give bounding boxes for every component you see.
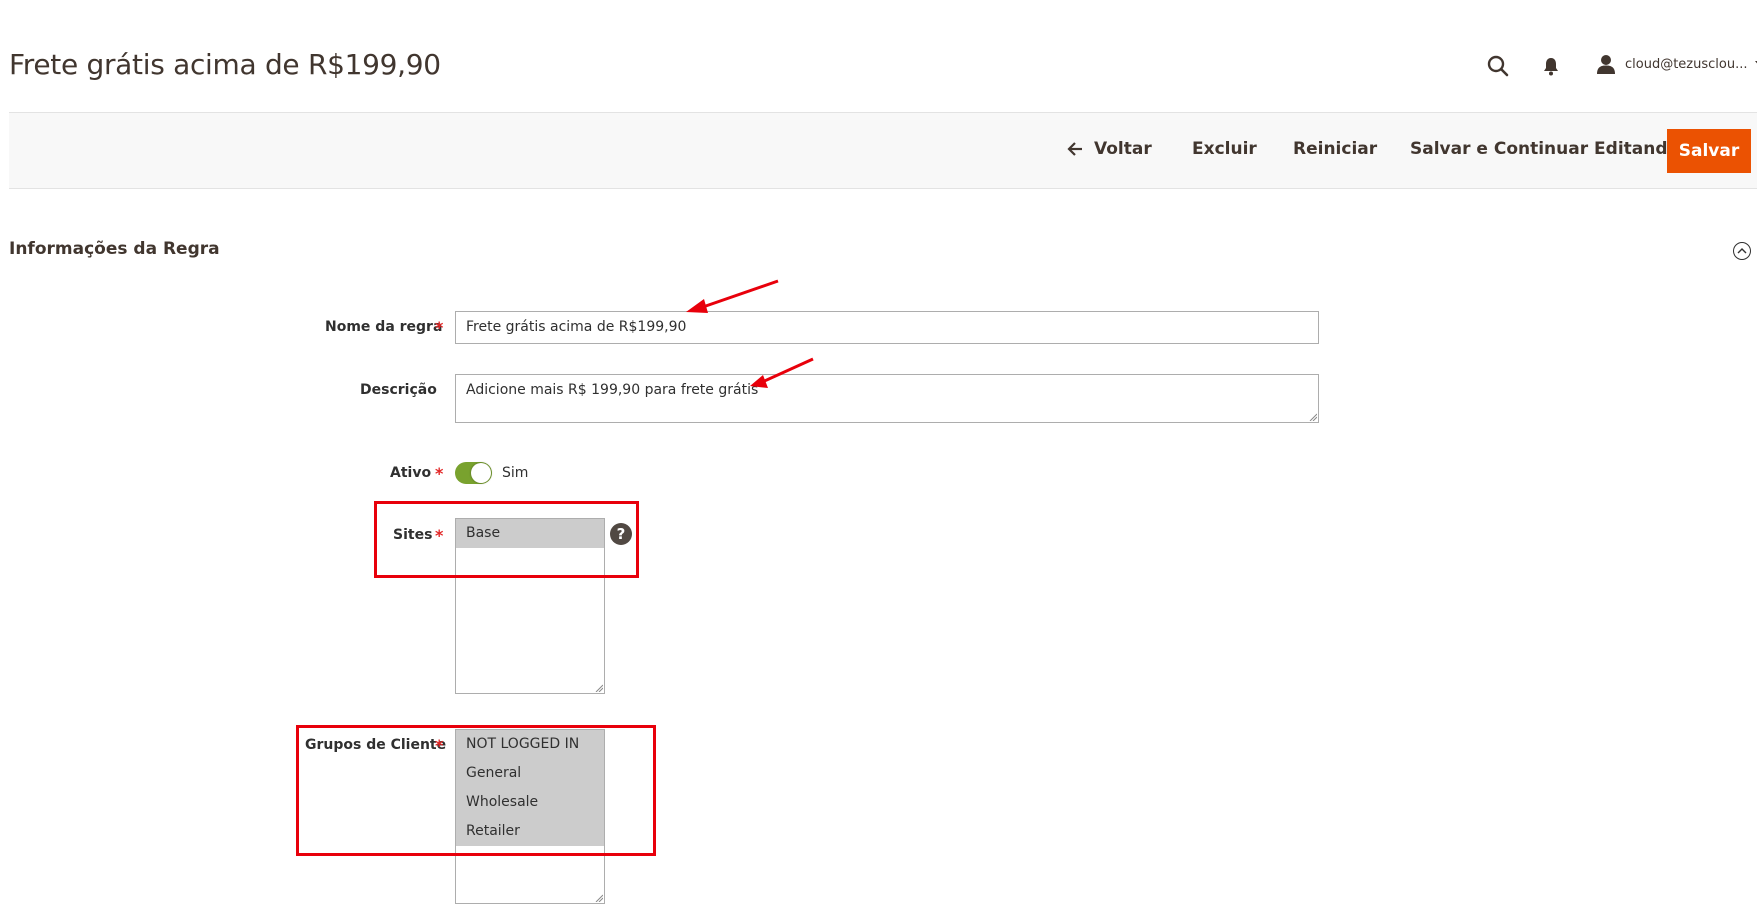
active-toggle-value: Sim: [502, 465, 529, 481]
delete-button[interactable]: Excluir: [1192, 139, 1257, 159]
user-menu[interactable]: cloud@tezusclou...: [1595, 52, 1757, 76]
page-title: Frete grátis acima de R$199,90: [9, 48, 441, 81]
annotation-arrow-icon: [686, 279, 779, 313]
search-icon[interactable]: [1486, 54, 1510, 78]
rule-name-input[interactable]: Frete grátis acima de R$199,90: [455, 311, 1319, 344]
page-actions-bar: Voltar Excluir Reiniciar Salvar e Contin…: [9, 112, 1757, 189]
annotation-box-sites: [374, 501, 639, 578]
annotation-box-customer-groups: [296, 725, 656, 856]
back-button-label: Voltar: [1094, 139, 1152, 159]
toggle-knob: [471, 463, 491, 483]
reset-button[interactable]: Reiniciar: [1293, 139, 1377, 159]
back-button[interactable]: Voltar: [1066, 139, 1152, 159]
collapse-icon[interactable]: [1733, 242, 1751, 260]
active-toggle[interactable]: [455, 462, 492, 484]
required-marker: *: [435, 318, 444, 337]
section-title[interactable]: Informações da Regra: [9, 239, 220, 259]
required-marker: *: [435, 464, 444, 483]
user-name: cloud@tezusclou...: [1625, 56, 1748, 72]
arrow-left-icon: [1066, 141, 1084, 157]
bell-icon[interactable]: [1540, 55, 1562, 77]
rule-name-label: Nome da regra: [325, 319, 443, 335]
description-value: Adicione mais R$ 199,90 para frete gráti…: [466, 382, 759, 398]
resize-handle-icon[interactable]: [595, 684, 603, 692]
resize-handle-icon[interactable]: [595, 894, 603, 902]
annotation-arrow-icon: [750, 357, 814, 388]
save-button[interactable]: Salvar: [1667, 129, 1751, 173]
resize-handle-icon[interactable]: [1309, 413, 1317, 421]
save-and-continue-button[interactable]: Salvar e Continuar Editando: [1410, 139, 1679, 159]
active-label: Ativo: [390, 465, 432, 481]
description-label: Descrição: [360, 382, 437, 398]
description-textarea[interactable]: Adicione mais R$ 199,90 para frete gráti…: [455, 374, 1319, 423]
user-icon: [1595, 53, 1617, 75]
